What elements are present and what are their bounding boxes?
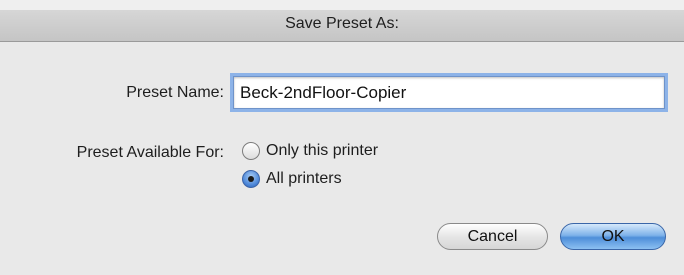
radio-button-unselected[interactable] xyxy=(242,142,260,160)
radio-button-selected[interactable] xyxy=(242,170,260,188)
dialog-title: Save Preset As: xyxy=(285,15,399,32)
save-preset-dialog: Save Preset As: Preset Name: Preset Avai… xyxy=(0,0,684,275)
preset-available-for-label: Preset Available For: xyxy=(76,144,224,161)
titlebar-edge xyxy=(0,0,684,10)
cancel-button[interactable]: Cancel xyxy=(437,223,548,250)
radio-option-only-this-printer[interactable]: Only this printer xyxy=(242,142,378,160)
preset-name-input[interactable] xyxy=(233,76,665,109)
radio-option-all-printers[interactable]: All printers xyxy=(242,170,342,188)
radio-label-all-printers: All printers xyxy=(266,170,342,187)
preset-name-label: Preset Name: xyxy=(126,84,224,101)
radio-label-only-this-printer: Only this printer xyxy=(266,142,379,159)
dialog-titlebar: Save Preset As: xyxy=(0,0,684,42)
ok-button[interactable]: OK xyxy=(560,223,666,250)
